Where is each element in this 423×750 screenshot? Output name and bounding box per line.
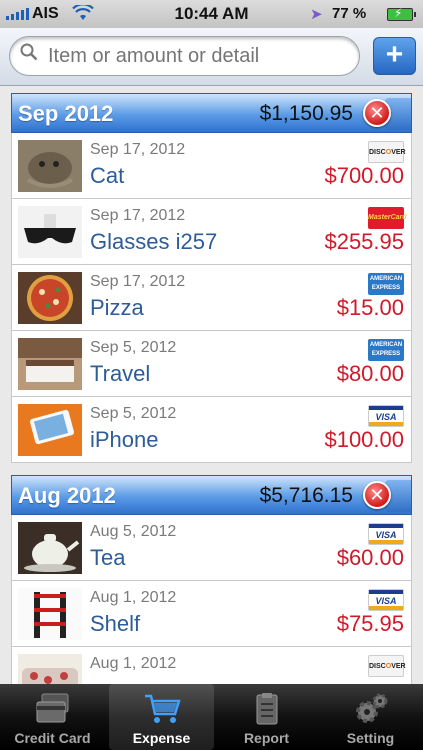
- expense-amount: $255.95: [324, 229, 404, 254]
- shopping-cart-icon: [143, 692, 181, 726]
- expense-name: Travel: [90, 361, 151, 386]
- expense-amount: $700.00: [324, 163, 404, 188]
- tab-report[interactable]: Report: [214, 684, 319, 750]
- expense-row[interactable]: Aug 1, 2012 DISCOVER: [11, 647, 412, 684]
- hotel-room-photo: [18, 338, 82, 390]
- cat-photo: [18, 140, 82, 192]
- add-expense-button[interactable]: +: [373, 37, 416, 75]
- tab-setting[interactable]: Setting: [318, 684, 423, 750]
- expense-amount: $100.00: [324, 427, 404, 452]
- expense-row[interactable]: Sep 5, 2012 iPhone $100.00 VISA: [11, 397, 412, 463]
- teapot-photo: [18, 522, 82, 574]
- expense-date: Aug 1, 2012: [90, 589, 177, 606]
- expense-date: Sep 5, 2012: [90, 405, 177, 422]
- expense-amount: $75.95: [336, 611, 404, 636]
- amex-logo: AMERICAN EXPRESS: [368, 273, 404, 295]
- tab-label: Report: [243, 730, 290, 746]
- tab-label: Setting: [346, 730, 395, 746]
- tab-expense[interactable]: Expense: [109, 684, 214, 750]
- expense-name: iPhone: [90, 427, 159, 452]
- delete-section-icon[interactable]: ✕: [363, 481, 391, 509]
- section-title: Aug 2012: [18, 483, 116, 508]
- expense-amount: $15.00: [336, 295, 404, 320]
- expense-row[interactable]: Sep 17, 2012 Glasses i257 $255.95 Master…: [11, 199, 412, 265]
- expense-date: Sep 5, 2012: [90, 339, 177, 356]
- amex-logo: AMERICAN EXPRESS: [368, 339, 404, 361]
- delete-section-icon[interactable]: ✕: [363, 99, 391, 127]
- mastercard-logo: MasterCard: [368, 207, 407, 229]
- section-header-aug-2012: Aug 2012 $5,716.15 ✕: [11, 475, 412, 515]
- visa-logo: VISA: [368, 523, 404, 545]
- location-arrow-icon: ➤: [310, 6, 323, 23]
- battery-percentage: 77 %: [332, 5, 367, 22]
- tab-credit-card[interactable]: Credit Card: [0, 684, 105, 750]
- gears-icon: [352, 692, 390, 726]
- tab-bar: Credit Card Expense Report Setting: [0, 684, 423, 750]
- status-bar: AIS 10:44 AM ➤ 77 % ⚡: [0, 0, 423, 28]
- expense-row[interactable]: Sep 17, 2012 Cat $700.00 DISCOVER: [11, 133, 412, 199]
- expense-date: Aug 1, 2012: [90, 655, 177, 672]
- credit-card-icon: [34, 692, 72, 726]
- expense-row[interactable]: Sep 5, 2012 Travel $80.00 AMERICAN EXPRES…: [11, 331, 412, 397]
- expense-name: Tea: [90, 545, 126, 570]
- expense-name: Shelf: [90, 611, 141, 636]
- visa-logo: VISA: [368, 589, 404, 611]
- sofa-photo: [18, 654, 82, 684]
- expense-date: Sep 17, 2012: [90, 207, 186, 224]
- expense-date: Sep 17, 2012: [90, 273, 186, 290]
- report-icon: [248, 692, 286, 726]
- shelf-photo: [18, 588, 82, 640]
- section-header-sep-2012: Sep 2012 $1,150.95 ✕: [11, 93, 412, 133]
- search-bar: +: [0, 28, 423, 86]
- battery-icon: ⚡: [387, 6, 416, 21]
- tab-label: Expense: [132, 730, 191, 746]
- iphone-photo: [18, 404, 82, 456]
- glasses-photo: [18, 206, 82, 258]
- expense-date: Sep 17, 2012: [90, 141, 186, 158]
- expense-amount: $60.00: [336, 545, 404, 570]
- expense-row[interactable]: Aug 1, 2012 Shelf $75.95 VISA: [11, 581, 412, 647]
- expense-name: Cat: [90, 163, 125, 188]
- expense-list[interactable]: Sep 2012 $1,150.95 ✕ Sep 17, 2012 Cat $7…: [0, 86, 423, 684]
- expense-row[interactable]: Sep 17, 2012 Pizza $15.00 AMERICAN EXPRES…: [11, 265, 412, 331]
- section-total: $5,716.15: [259, 484, 353, 507]
- expense-amount: $80.00: [336, 361, 404, 386]
- discover-logo: DISCOVER: [368, 141, 406, 163]
- section-total: $1,150.95: [259, 102, 353, 125]
- discover-logo: DISCOVER: [368, 655, 406, 677]
- visa-logo: VISA: [368, 405, 404, 427]
- expense-name: Glasses i257: [90, 229, 218, 254]
- search-input[interactable]: [9, 36, 360, 76]
- search-icon: [20, 43, 38, 61]
- tab-label: Credit Card: [14, 730, 91, 746]
- pizza-photo: [18, 272, 82, 324]
- section-title: Sep 2012: [18, 101, 114, 126]
- expense-date: Aug 5, 2012: [90, 523, 177, 540]
- expense-name: Pizza: [90, 295, 144, 320]
- expense-row[interactable]: Aug 5, 2012 Tea $60.00 VISA: [11, 515, 412, 581]
